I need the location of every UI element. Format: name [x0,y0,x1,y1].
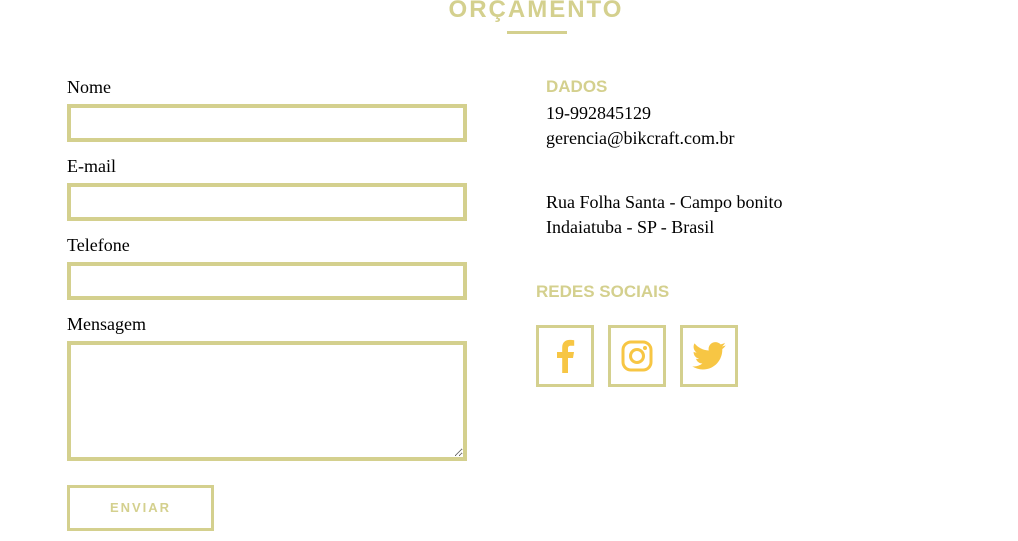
phone-label: Telefone [67,235,130,255]
address-line-2: Indaiatuba - SP - Brasil [546,217,715,237]
data-heading: DADOS [546,77,608,96]
facebook-icon [557,339,575,373]
facebook-link[interactable] [536,325,594,387]
email-input[interactable] [67,183,467,221]
address-block: Rua Folha Santa - Campo bonito Indaiatub… [546,190,966,240]
page-title: ORÇAMENTO [448,0,624,23]
name-label: Nome [67,77,111,97]
contact-info: DADOS 19-992845129 gerencia@bikcraft.com… [546,76,966,151]
contact-phone: 19-992845129 [546,103,651,123]
phone-input[interactable] [67,262,467,300]
twitter-icon [692,342,726,370]
message-label: Mensagem [67,314,146,334]
name-input[interactable] [67,104,467,142]
quote-form: Nome E-mail Telefone Mensagem [67,76,467,461]
submit-button[interactable]: ENVIAR [67,485,214,531]
twitter-link[interactable] [680,325,738,387]
message-textarea[interactable] [67,341,467,461]
address-line-1: Rua Folha Santa - Campo bonito [546,192,783,212]
instagram-icon [621,340,653,372]
email-label: E-mail [67,156,116,176]
social-links [536,325,738,387]
instagram-link[interactable] [608,325,666,387]
title-underline [507,31,567,34]
social-heading: REDES SOCIAIS [536,282,670,301]
contact-email: gerencia@bikcraft.com.br [546,128,735,148]
